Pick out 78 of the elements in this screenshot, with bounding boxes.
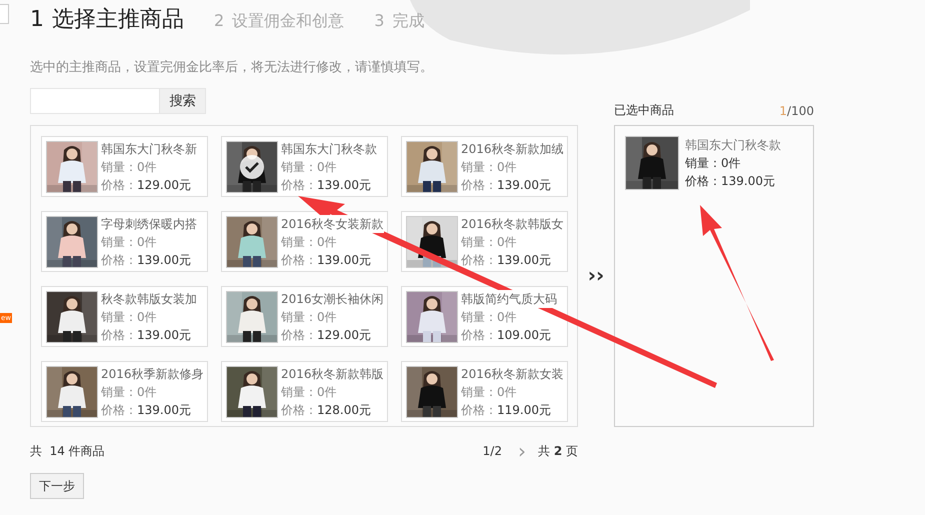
price-text: 109.00元	[497, 328, 551, 342]
step-label: 2 设置佣金和创意	[214, 11, 344, 32]
price-text: 价格：139.00元	[685, 173, 776, 190]
product-card[interactable]: 秋冬款韩版女装加 销量：0件 价格：139.00元	[41, 286, 208, 347]
page-indicator: 1/2	[482, 444, 502, 458]
product-card[interactable]: 2016秋冬新款女装 销量：0件 价格：119.00元	[401, 361, 568, 422]
price-text: 139.00元	[317, 253, 371, 267]
next-step-button[interactable]: 下一步	[30, 473, 84, 499]
sales-text: 销量：0件	[281, 234, 338, 251]
sales-text: 销量：0件	[101, 384, 158, 401]
price-label: 价格：	[461, 328, 497, 342]
price-label: 价格：	[101, 253, 137, 267]
price-label: 价格：	[461, 253, 497, 267]
product-title: 2016女潮长袖休闲	[281, 290, 384, 308]
product-title: 2016秋冬女装新款	[281, 215, 384, 233]
price-text: 119.00元	[497, 403, 551, 417]
product-card[interactable]: 2016秋冬款韩版女 销量：0件 价格：139.00元	[401, 211, 568, 272]
price-text: 139.00元	[137, 328, 191, 342]
price-text: 139.00元	[317, 178, 371, 192]
product-card[interactable]: 韩版简约气质大码 销量：0件 价格：109.00元	[401, 286, 568, 347]
sales-text: 销量：0件	[461, 384, 518, 401]
count-text: 1/100	[779, 104, 814, 118]
product-title: 韩国东大门秋冬款	[281, 140, 377, 158]
sales-text: 销量：0件	[685, 155, 742, 172]
search-field[interactable]	[30, 88, 160, 114]
page-count: 共 2 页	[538, 442, 578, 460]
price-text: 139.00元	[137, 253, 191, 267]
price-label: 价格：	[281, 328, 317, 342]
sales-text: 销量：0件	[461, 159, 518, 176]
price-text: 128.00元	[317, 403, 371, 417]
product-title: 2016秋冬款韩版女	[461, 215, 564, 233]
price-label: 价格：	[281, 178, 317, 192]
sales-text: 销量：0件	[281, 309, 338, 326]
product-title: 韩版简约气质大码	[461, 290, 557, 308]
price-text: 139.00元	[497, 178, 551, 192]
price-label: 价格：	[281, 253, 317, 267]
sales-text: 销量：0件	[461, 234, 518, 251]
product-title: 秋冬款韩版女装加	[101, 290, 197, 308]
price-label: 价格：	[101, 403, 137, 417]
total-text: 共 14 件商品	[30, 442, 105, 460]
product-card[interactable]: 2016秋冬新款韩版 销量：0件 价格：128.00元	[221, 361, 388, 422]
price-text: 129.00元	[317, 328, 371, 342]
step-label: 3 完成	[374, 11, 424, 32]
price-label: 价格：	[281, 403, 317, 417]
price-label: 价格：	[461, 178, 497, 192]
product-card[interactable]: 韩国东大门秋冬款 销量：0件 价格：139.00元	[221, 136, 388, 197]
product-card[interactable]: 2016女潮长袖休闲 销量：0件 价格：129.00元	[221, 286, 388, 347]
collapse-tab[interactable]	[0, 4, 9, 24]
hint-text: 选中的主推商品，设置完佣金比率后，将无法进行修改，请谨慎填写。	[30, 59, 434, 77]
checkmark-icon	[240, 155, 264, 179]
price-text: 139.00元	[497, 253, 551, 267]
product-title: 字母刺绣保暖内搭	[101, 215, 197, 233]
search-button[interactable]: 搜索	[160, 88, 206, 114]
panel-title: 已选中商品	[614, 102, 674, 119]
price-text: 129.00元	[137, 178, 191, 192]
product-title: 韩国东大门秋冬新	[101, 140, 197, 158]
product-card[interactable]: 2016秋冬新款加绒 销量：0件 价格：139.00元	[401, 136, 568, 197]
sales-text: 销量：0件	[281, 384, 338, 401]
product-card[interactable]: 2016秋季新款修身 销量：0件 价格：139.00元	[41, 361, 208, 422]
step-label: 1 选择主推商品	[30, 6, 184, 34]
product-title: 2016秋冬新款韩版	[281, 365, 384, 383]
sales-text: 销量：0件	[101, 159, 158, 176]
product-card[interactable]: 韩国东大门秋冬新 销量：0件 价格：129.00元	[41, 136, 208, 197]
sales-text: 销量：0件	[101, 309, 158, 326]
sales-text: 销量：0件	[461, 309, 518, 326]
product-title: 2016秋季新款修身	[101, 365, 204, 383]
sales-text: 销量：0件	[281, 159, 338, 176]
product-card[interactable]: 2016秋冬女装新款 销量：0件 价格：139.00元	[221, 211, 388, 272]
product-card[interactable]: 字母刺绣保暖内搭 销量：0件 价格：139.00元	[41, 211, 208, 272]
sales-text: 销量：0件	[101, 234, 158, 251]
move-button[interactable]: ››	[578, 265, 614, 289]
product-title: 2016秋冬新款加绒	[461, 140, 564, 158]
price-text: 139.00元	[137, 403, 191, 417]
product-title: 2016秋冬新款女装	[461, 365, 564, 383]
price-label: 价格：	[461, 403, 497, 417]
price-label: 价格：	[101, 328, 137, 342]
price-label: 价格：	[101, 178, 137, 192]
product-title: 韩国东大门秋冬款	[685, 137, 781, 154]
